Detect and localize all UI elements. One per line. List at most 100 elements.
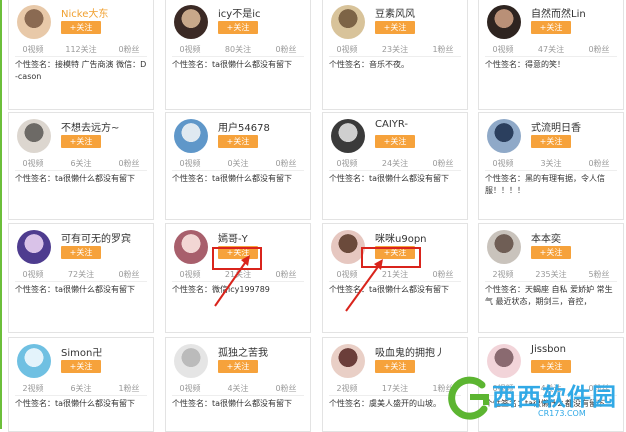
user-name[interactable]: 吸血鬼的拥抱丿 — [375, 344, 445, 359]
user-card[interactable]: 可有可无的罗宾 +关注 0视频 72关注 0粉丝 个性签名：ta很懒什么都没有留… — [8, 223, 154, 333]
signature: 个性签名：天蝎座 自私 爱娇妒 常生气 最近状态，期剑三，音控， — [485, 284, 617, 308]
user-name[interactable]: icy不是ic — [218, 5, 260, 20]
divider — [329, 170, 461, 171]
user-name[interactable]: 本本奕 — [531, 230, 561, 245]
divider — [485, 170, 617, 171]
user-card[interactable]: Nicke大东 +关注 0视频 112关注 0粉丝 个性签名：接模特 广告商演 … — [8, 0, 154, 110]
follow-button[interactable]: +关注 — [218, 135, 258, 148]
user-name[interactable]: Jissbon — [531, 344, 566, 355]
user-card[interactable]: CAIYR- +关注 0视频 24关注 0粉丝 个性签名：ta很懒什么都没有留下 — [322, 112, 468, 220]
follow-button[interactable]: +关注 — [61, 21, 101, 34]
user-name[interactable]: Simon卍 — [61, 344, 102, 359]
user-name[interactable]: 式流明日香 — [531, 119, 581, 134]
avatar[interactable] — [331, 5, 365, 39]
signature: 个性签名：ta很懒什么都没有留下 — [15, 284, 147, 296]
divider — [15, 395, 147, 396]
divider — [172, 281, 304, 282]
signature-label: 个性签名： — [329, 174, 369, 183]
follow-count: 0关注 — [227, 159, 249, 168]
follow-count: 6关注 — [70, 159, 92, 168]
divider — [485, 56, 617, 57]
follow-count: 80关注 — [224, 45, 252, 54]
user-stats: 0视频 0关注 0粉丝 — [166, 158, 310, 170]
signature-text: 音乐不夜。 — [369, 60, 409, 69]
signature: 个性签名：虞美人盛开的山坡。 — [329, 398, 461, 410]
user-card[interactable]: 孤独之苦我 +关注 0视频 4关注 0粉丝 个性签名：ta很懒什么都没有留下 — [165, 337, 311, 432]
user-card[interactable]: 本本奕 +关注 2视频 235关注 5粉丝 个性签名：天蝎座 自私 爱娇妒 常生… — [478, 223, 624, 333]
fan-count: 5粉丝 — [588, 270, 610, 279]
user-card[interactable]: 用户54678 +关注 0视频 0关注 0粉丝 个性签名：ta很懒什么都没有留下 — [165, 112, 311, 220]
follow-button[interactable]: +关注 — [531, 135, 571, 148]
follow-button[interactable]: +关注 — [61, 246, 101, 259]
user-card[interactable]: 咪咪u9opn +关注 0视频 21关注 0粉丝 个性签名：ta很懒什么都没有留… — [322, 223, 468, 333]
user-stats: 0视频 6关注 0粉丝 — [9, 158, 153, 170]
user-name[interactable]: 豆素风风 — [375, 5, 415, 20]
watermark-logo-icon — [448, 376, 489, 420]
user-card[interactable]: 不想去远方~ +关注 0视频 6关注 0粉丝 个性签名：ta很懒什么都没有留下 — [8, 112, 154, 220]
user-name[interactable]: 可有可无的罗宾 — [61, 230, 131, 245]
follow-button[interactable]: +关注 — [218, 21, 258, 34]
follow-button[interactable]: +关注 — [531, 246, 571, 259]
follow-count: 4关注 — [227, 384, 249, 393]
follow-button[interactable]: +关注 — [375, 360, 415, 373]
signature-text: ta很懒什么都没有留下 — [212, 174, 293, 183]
signature-label: 个性签名： — [485, 60, 525, 69]
video-count: 2视频 — [336, 384, 358, 393]
site-watermark: 西西软件园 CR173.COM — [446, 369, 626, 429]
user-name[interactable]: Nicke大东 — [61, 5, 108, 20]
avatar[interactable] — [174, 344, 208, 378]
highlight-box-follow-2 — [361, 247, 421, 268]
follow-button[interactable]: +关注 — [61, 360, 101, 373]
avatar[interactable] — [487, 5, 521, 39]
signature-text: ta很懒什么都没有留下 — [369, 285, 450, 294]
video-count: 0视频 — [22, 159, 44, 168]
user-name[interactable]: CAIYR- — [375, 119, 408, 130]
left-green-border — [0, 0, 2, 429]
user-card[interactable]: 自然而然Lin +关注 0视频 47关注 0粉丝 个性签名：得意的笑！ — [478, 0, 624, 110]
signature-label: 个性签名： — [172, 285, 212, 294]
signature: 个性签名：ta很懒什么都没有留下 — [329, 284, 461, 296]
follow-count: 24关注 — [381, 159, 409, 168]
signature: 个性签名：微信icy199789 — [172, 284, 304, 296]
follow-count: 235关注 — [535, 270, 567, 279]
user-name[interactable]: 孤独之苦我 — [218, 344, 268, 359]
avatar[interactable] — [17, 344, 51, 378]
follow-button[interactable]: +关注 — [61, 135, 101, 148]
avatar[interactable] — [17, 5, 51, 39]
user-card[interactable]: 豆素风风 +关注 0视频 23关注 1粉丝 个性签名：音乐不夜。 — [322, 0, 468, 110]
avatar[interactable] — [17, 119, 51, 153]
follow-count: 3关注 — [540, 159, 562, 168]
user-card[interactable]: icy不是ic +关注 0视频 80关注 0粉丝 个性签名：ta很懒什么都没有留… — [165, 0, 311, 110]
avatar[interactable] — [331, 344, 365, 378]
user-card[interactable]: 式流明日香 +关注 0视频 3关注 0粉丝 个性签名：黑的有理有据，令人信服！！… — [478, 112, 624, 220]
user-name[interactable]: 不想去远方~ — [61, 119, 119, 134]
signature-text: ta很懒什么都没有留下 — [55, 399, 136, 408]
fan-count: 1粉丝 — [432, 45, 454, 54]
video-count: 0视频 — [179, 270, 201, 279]
user-name[interactable]: 嫣哥-Y — [218, 230, 248, 245]
user-card[interactable]: 嫣哥-Y +关注 0视频 21关注 0粉丝 个性签名：微信icy199789 — [165, 223, 311, 333]
avatar[interactable] — [174, 230, 208, 264]
user-name[interactable]: 用户54678 — [218, 119, 270, 134]
user-card[interactable]: Simon卍 +关注 2视频 6关注 1粉丝 个性签名：ta很懒什么都没有留下 — [8, 337, 154, 432]
follow-button[interactable]: +关注 — [218, 360, 258, 373]
follow-button[interactable]: +关注 — [375, 21, 415, 34]
avatar[interactable] — [487, 119, 521, 153]
avatar[interactable] — [331, 230, 365, 264]
follow-button[interactable]: +关注 — [531, 21, 571, 34]
avatar[interactable] — [174, 5, 208, 39]
user-name[interactable]: 咪咪u9opn — [375, 230, 427, 245]
avatar[interactable] — [487, 230, 521, 264]
signature: 个性签名：ta很懒什么都没有留下 — [329, 173, 461, 185]
signature-text: ta很懒什么都没有留下 — [369, 174, 450, 183]
user-name[interactable]: 自然而然Lin — [531, 5, 586, 20]
follow-button[interactable]: +关注 — [375, 135, 415, 148]
signature-label: 个性签名： — [15, 399, 55, 408]
avatar[interactable] — [174, 119, 208, 153]
avatar[interactable] — [17, 230, 51, 264]
signature-text: 虞美人盛开的山坡。 — [369, 399, 441, 408]
signature-text: ta很懒什么都没有留下 — [55, 285, 136, 294]
video-count: 0视频 — [179, 159, 201, 168]
avatar[interactable] — [331, 119, 365, 153]
signature-label: 个性签名： — [15, 285, 55, 294]
